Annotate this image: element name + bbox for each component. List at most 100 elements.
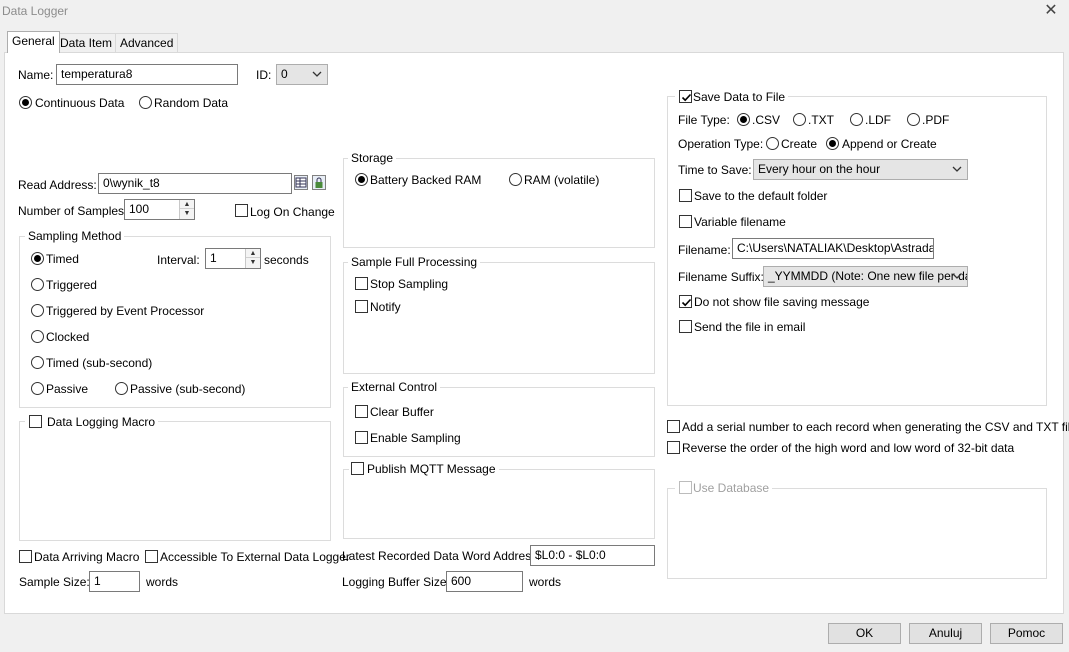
file-type-ldf-radio[interactable]: [850, 113, 863, 126]
battery-ram-radio[interactable]: [355, 173, 368, 186]
file-type-pdf-radio[interactable]: [907, 113, 920, 126]
clear-buffer-label: Clear Buffer: [370, 405, 434, 419]
ram-volatile-label: RAM (volatile): [524, 173, 600, 187]
interval-label: Interval:: [157, 253, 200, 267]
accessible-external-label: Accessible To External Data Logger: [160, 550, 350, 564]
help-button[interactable]: Pomoc: [990, 623, 1063, 644]
interval-unit: seconds: [264, 253, 309, 267]
buffer-size-input[interactable]: 600: [446, 571, 523, 592]
serial-number-checkbox[interactable]: [667, 420, 680, 433]
file-type-pdf-label: .PDF: [922, 113, 950, 127]
log-on-change-checkbox[interactable]: [235, 204, 248, 217]
data-logging-macro-group: [19, 421, 331, 541]
enable-sampling-label: Enable Sampling: [370, 431, 461, 445]
filename-label: Filename:: [678, 243, 731, 257]
timed-radio[interactable]: [31, 252, 44, 265]
use-database-checkbox[interactable]: [679, 481, 692, 494]
op-create-label: Create: [781, 137, 818, 151]
clocked-radio[interactable]: [31, 330, 44, 343]
ram-volatile-radio[interactable]: [509, 173, 522, 186]
default-folder-label: Save to the default folder: [694, 189, 828, 203]
address-table-icon[interactable]: [294, 175, 308, 190]
latest-address-value: $L0:0 - $L0:0: [530, 545, 655, 566]
variable-filename-checkbox[interactable]: [679, 215, 692, 228]
stop-sampling-label: Stop Sampling: [370, 277, 449, 291]
time-to-save-label: Time to Save:: [678, 163, 752, 177]
chevron-down-icon: [952, 273, 962, 279]
mqtt-group: [343, 469, 655, 539]
continuous-data-radio[interactable]: [19, 96, 32, 109]
data-arriving-macro-checkbox[interactable]: [19, 550, 32, 563]
default-folder-checkbox[interactable]: [679, 189, 692, 202]
filename-input[interactable]: C:\Users\NATALIAK\Desktop\Astrada\te: [732, 238, 934, 259]
reverse-order-checkbox[interactable]: [667, 441, 680, 454]
file-type-label: File Type:: [678, 113, 730, 127]
file-type-csv-radio[interactable]: [737, 113, 750, 126]
random-data-radio[interactable]: [139, 96, 152, 109]
sample-size-input[interactable]: 1: [89, 571, 140, 592]
close-icon[interactable]: ✕: [1043, 3, 1059, 19]
battery-ram-label: Battery Backed RAM: [370, 173, 482, 187]
triggered-radio[interactable]: [31, 278, 44, 291]
id-select[interactable]: 0: [276, 64, 328, 85]
timed-subsecond-radio[interactable]: [31, 356, 44, 369]
lock-icon[interactable]: [312, 175, 326, 190]
sampling-method-legend: Sampling Method: [25, 229, 125, 243]
sample-full-legend: Sample Full Processing: [348, 255, 481, 269]
passive-label: Passive: [46, 382, 89, 396]
no-saving-message-label: Do not show file saving message: [694, 295, 870, 309]
time-to-save-select[interactable]: Every hour on the hour: [753, 159, 968, 180]
chevron-down-icon: [952, 166, 962, 172]
filename-suffix-select[interactable]: _YYMMDD (Note: One new file per day: [763, 266, 968, 287]
accessible-external-checkbox[interactable]: [145, 550, 158, 563]
save-file-checkbox[interactable]: [679, 90, 692, 103]
interval-stepper[interactable]: ▲ ▼: [245, 249, 260, 268]
passive-radio[interactable]: [31, 382, 44, 395]
op-append-radio[interactable]: [826, 137, 839, 150]
data-arriving-macro-label: Data Arriving Macro: [34, 550, 140, 564]
buffer-size-label: Logging Buffer Size:: [342, 575, 450, 589]
variable-filename-label: Variable filename: [694, 215, 786, 229]
ok-button[interactable]: OK: [828, 623, 901, 644]
tab-advanced[interactable]: Advanced: [115, 33, 179, 52]
continuous-data-label: Continuous Data: [35, 96, 125, 110]
triggered-event-label: Triggered by Event Processor: [46, 304, 205, 318]
serial-number-label: Add a serial number to each record when …: [682, 420, 1069, 434]
log-on-change-label: Log On Change: [250, 205, 335, 219]
file-type-txt-radio[interactable]: [793, 113, 806, 126]
num-samples-stepper[interactable]: ▲ ▼: [179, 200, 194, 219]
passive-subsecond-label: Passive (sub-second): [130, 382, 246, 396]
checkmark-icon: [681, 93, 692, 102]
notify-checkbox[interactable]: [355, 300, 368, 313]
read-address-input[interactable]: 0\wynik_t8: [98, 173, 292, 194]
latest-address-label: Latest Recorded Data Word Address:: [342, 549, 541, 563]
tab-general[interactable]: General: [7, 31, 60, 53]
external-control-legend: External Control: [348, 380, 441, 394]
triggered-event-radio[interactable]: [31, 304, 44, 317]
op-append-label: Append or Create: [842, 137, 937, 151]
name-input[interactable]: temperatura8: [56, 64, 238, 85]
cancel-button[interactable]: Anuluj: [909, 623, 982, 644]
file-type-ldf-label: .LDF: [865, 113, 892, 127]
reverse-order-label: Reverse the order of the high word and l…: [682, 441, 1015, 455]
triggered-label: Triggered: [46, 278, 97, 292]
op-create-radio[interactable]: [766, 137, 779, 150]
stop-sampling-checkbox[interactable]: [355, 277, 368, 290]
tab-data-item[interactable]: Data Item: [55, 33, 118, 52]
send-email-label: Send the file in email: [694, 320, 806, 334]
file-type-csv-label: .CSV: [752, 113, 781, 127]
no-saving-message-checkbox[interactable]: [679, 295, 692, 308]
mqtt-checkbox[interactable]: [351, 462, 364, 475]
clocked-label: Clocked: [46, 330, 90, 344]
enable-sampling-checkbox[interactable]: [355, 431, 368, 444]
passive-subsecond-radio[interactable]: [115, 382, 128, 395]
use-database-group: [667, 488, 1047, 579]
clear-buffer-checkbox[interactable]: [355, 405, 368, 418]
filename-suffix-label: Filename Suffix:: [678, 270, 764, 284]
timed-subsecond-label: Timed (sub-second): [46, 356, 153, 370]
sample-size-label: Sample Size:: [19, 575, 90, 589]
send-email-checkbox[interactable]: [679, 320, 692, 333]
checkmark-icon: [681, 298, 692, 307]
chevron-down-icon: [312, 71, 322, 77]
data-logging-macro-checkbox[interactable]: [29, 415, 42, 428]
